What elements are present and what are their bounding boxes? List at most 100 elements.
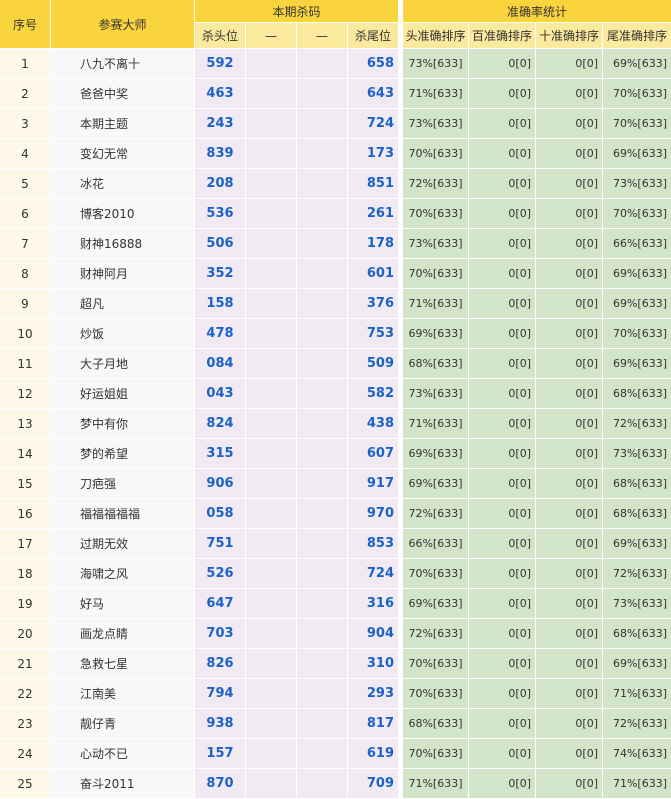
table-row: 12 好运姐姐 043 582 73%[633] 0[0] 0[0] 68%[6…: [0, 379, 671, 409]
subheader-tail-accuracy: 尾准确排序: [603, 23, 671, 48]
row-index: 7: [0, 229, 50, 258]
tail-accuracy: 72%[633]: [603, 559, 671, 588]
master-name: 奋斗2011: [51, 769, 194, 798]
table-row: 14 梦的希望 315 607 69%[633] 0[0] 0[0] 73%[6…: [0, 439, 671, 469]
kill-head-number: 526: [195, 559, 245, 588]
kill-empty-cell: [246, 439, 296, 468]
kill-empty-cell: [246, 289, 296, 318]
row-index: 10: [0, 319, 50, 348]
head-accuracy: 68%[633]: [403, 709, 468, 738]
row-index: 19: [0, 589, 50, 618]
kill-tail-number: 293: [348, 679, 398, 708]
master-name: 财神阿月: [51, 259, 194, 288]
table-row: 11 大子月地 084 509 68%[633] 0[0] 0[0] 69%[6…: [0, 349, 671, 379]
kill-head-number: 158: [195, 289, 245, 318]
kill-head-number: 751: [195, 529, 245, 558]
head-accuracy: 71%[633]: [403, 769, 468, 798]
head-accuracy: 71%[633]: [403, 289, 468, 318]
kill-head-number: 647: [195, 589, 245, 618]
kill-head-number: 938: [195, 709, 245, 738]
subheader-dash-1: —: [246, 23, 296, 48]
kill-empty-cell: [297, 649, 347, 678]
hundred-accuracy: 0[0]: [469, 319, 535, 348]
ten-accuracy: 0[0]: [536, 139, 602, 168]
kill-empty-cell: [246, 649, 296, 678]
ten-accuracy: 0[0]: [536, 349, 602, 378]
tail-accuracy: 70%[633]: [603, 319, 671, 348]
hundred-accuracy: 0[0]: [469, 469, 535, 498]
ten-accuracy: 0[0]: [536, 379, 602, 408]
subheader-dash-2: —: [297, 23, 347, 48]
row-index: 20: [0, 619, 50, 648]
table-row: 15 刀疤强 906 917 69%[633] 0[0] 0[0] 68%[63…: [0, 469, 671, 499]
head-accuracy: 70%[633]: [403, 559, 468, 588]
head-accuracy: 70%[633]: [403, 679, 468, 708]
kill-empty-cell: [246, 259, 296, 288]
table-row: 7 财神16888 506 178 73%[633] 0[0] 0[0] 66%…: [0, 229, 671, 259]
table-row: 3 本期主题 243 724 73%[633] 0[0] 0[0] 70%[63…: [0, 109, 671, 139]
kill-tail-number: 904: [348, 619, 398, 648]
kill-head-number: 824: [195, 409, 245, 438]
row-index: 18: [0, 559, 50, 588]
ten-accuracy: 0[0]: [536, 679, 602, 708]
head-accuracy: 70%[633]: [403, 259, 468, 288]
master-name: 海啸之风: [51, 559, 194, 588]
table-row: 6 博客2010 536 261 70%[633] 0[0] 0[0] 70%[…: [0, 199, 671, 229]
tail-accuracy: 70%[633]: [603, 79, 671, 108]
kill-empty-cell: [246, 229, 296, 258]
head-accuracy: 72%[633]: [403, 169, 468, 198]
row-index: 22: [0, 679, 50, 708]
hundred-accuracy: 0[0]: [469, 109, 535, 138]
hundred-accuracy: 0[0]: [469, 679, 535, 708]
head-accuracy: 73%[633]: [403, 379, 468, 408]
kill-empty-cell: [246, 319, 296, 348]
row-index: 14: [0, 439, 50, 468]
master-name: 过期无效: [51, 529, 194, 558]
hundred-accuracy: 0[0]: [469, 589, 535, 618]
tail-accuracy: 73%[633]: [603, 169, 671, 198]
table-row: 1 八九不离十 592 658 73%[633] 0[0] 0[0] 69%[6…: [0, 49, 671, 79]
kill-empty-cell: [297, 109, 347, 138]
kill-head-number: 906: [195, 469, 245, 498]
ten-accuracy: 0[0]: [536, 439, 602, 468]
table-row: 8 财神阿月 352 601 70%[633] 0[0] 0[0] 69%[63…: [0, 259, 671, 289]
master-name: 靓仔青: [51, 709, 194, 738]
row-index: 24: [0, 739, 50, 768]
row-index: 4: [0, 139, 50, 168]
kill-empty-cell: [246, 199, 296, 228]
row-index: 11: [0, 349, 50, 378]
kill-head-number: 839: [195, 139, 245, 168]
hundred-accuracy: 0[0]: [469, 289, 535, 318]
row-index: 3: [0, 109, 50, 138]
row-index: 8: [0, 259, 50, 288]
kill-empty-cell: [246, 529, 296, 558]
kill-empty-cell: [297, 169, 347, 198]
ten-accuracy: 0[0]: [536, 739, 602, 768]
table-row: 19 好马 647 316 69%[633] 0[0] 0[0] 73%[633…: [0, 589, 671, 619]
master-name: 财神16888: [51, 229, 194, 258]
ten-accuracy: 0[0]: [536, 649, 602, 678]
kill-head-number: 352: [195, 259, 245, 288]
table-row: 16 福福福福福 058 970 72%[633] 0[0] 0[0] 68%[…: [0, 499, 671, 529]
row-index: 15: [0, 469, 50, 498]
kill-tail-number: 753: [348, 319, 398, 348]
hundred-accuracy: 0[0]: [469, 169, 535, 198]
tail-accuracy: 69%[633]: [603, 529, 671, 558]
tail-accuracy: 73%[633]: [603, 439, 671, 468]
subheader-hundred-accuracy: 百准确排序: [469, 23, 535, 48]
ten-accuracy: 0[0]: [536, 469, 602, 498]
table-row: 23 靓仔青 938 817 68%[633] 0[0] 0[0] 72%[63…: [0, 709, 671, 739]
kill-empty-cell: [246, 169, 296, 198]
kill-head-number: 703: [195, 619, 245, 648]
hundred-accuracy: 0[0]: [469, 349, 535, 378]
tail-accuracy: 69%[633]: [603, 259, 671, 288]
kill-empty-cell: [297, 139, 347, 168]
tail-accuracy: 71%[633]: [603, 679, 671, 708]
kill-head-number: 043: [195, 379, 245, 408]
master-name: 江南美: [51, 679, 194, 708]
kill-head-number: 536: [195, 199, 245, 228]
head-accuracy: 70%[633]: [403, 649, 468, 678]
kill-empty-cell: [297, 739, 347, 768]
kill-head-number: 592: [195, 49, 245, 78]
subheader-head-accuracy: 头准确排序: [403, 23, 468, 48]
